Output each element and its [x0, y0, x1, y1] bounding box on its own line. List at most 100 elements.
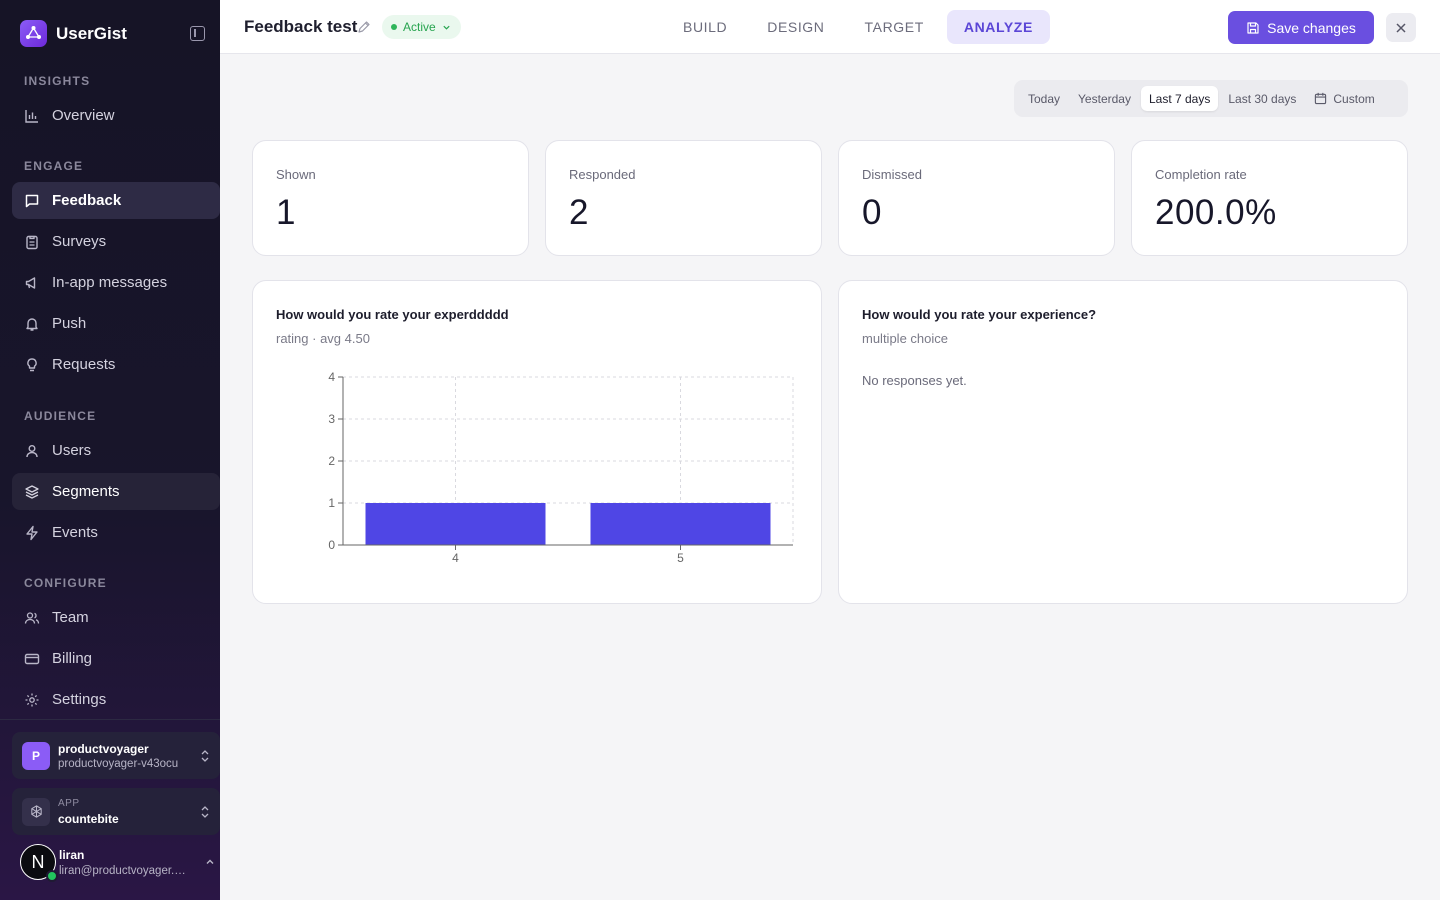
avatar-initial: N: [31, 851, 45, 872]
save-button[interactable]: Save changes: [1228, 11, 1374, 44]
credit-card-icon: [24, 653, 40, 664]
date-option-custom[interactable]: Custom: [1306, 86, 1382, 111]
gear-icon: [25, 693, 39, 706]
sidebar-item-settings[interactable]: Settings: [12, 681, 220, 718]
question-card-multiple-choice: How would you rate your experience? mult…: [838, 280, 1408, 604]
y-tick-label: 1: [328, 496, 335, 510]
y-tick-label: 2: [328, 454, 335, 468]
stat-value: 200.0%: [1155, 193, 1277, 232]
sidebar-item-label: Push: [52, 315, 87, 332]
tab-build[interactable]: BUILD: [666, 10, 744, 44]
save-icon: [1247, 21, 1259, 34]
org-slug: productvoyager-v43ocu: [58, 757, 179, 770]
sidebar-item-label: Users: [52, 442, 92, 459]
date-option-last-30-days[interactable]: Last 30 days: [1220, 86, 1304, 111]
layers-icon: [25, 484, 39, 499]
date-option-yesterday[interactable]: Yesterday: [1070, 86, 1139, 111]
status-label: Active: [403, 20, 436, 34]
edit-pencil-icon[interactable]: [357, 20, 371, 34]
sidebar-item-feedback[interactable]: Feedback: [12, 182, 220, 219]
calendar-icon: [1315, 92, 1327, 105]
user-icon: [26, 444, 38, 457]
stat-value: 1: [276, 193, 296, 232]
tab-target[interactable]: TARGET: [848, 10, 941, 44]
section-audience: AUDIENCE: [24, 409, 97, 423]
user-name: liran: [59, 847, 85, 862]
y-tick-label: 0: [328, 538, 335, 552]
sidebar-item-overview[interactable]: Overview: [12, 97, 220, 134]
app-name: countebite: [58, 811, 119, 826]
stat-label: Dismissed: [862, 167, 922, 182]
date-option-last-7-days[interactable]: Last 7 days: [1140, 86, 1219, 111]
brand-name: UserGist: [56, 23, 127, 43]
sidebar-item-events[interactable]: Events: [12, 514, 220, 551]
org-name: productvoyager: [58, 741, 149, 756]
x-tick-label: 5: [677, 551, 684, 565]
zap-icon: [26, 525, 38, 540]
sidebar-item-label: Events: [52, 524, 98, 541]
sidebar-item-push[interactable]: Push: [12, 305, 220, 342]
status-dot: [391, 24, 397, 30]
sidebar: UserGist INSIGHTS Overview ENGAGE Feedba…: [0, 0, 220, 900]
sidebar-item-label: Feedback: [52, 192, 122, 209]
avatar: N: [20, 844, 58, 882]
user-menu[interactable]: N liran liran@productvoyager.co...: [20, 844, 216, 882]
status-dropdown[interactable]: Active: [382, 15, 461, 39]
sidebar-item-surveys[interactable]: Surveys: [12, 223, 220, 260]
brand[interactable]: UserGist: [20, 20, 127, 47]
question-card-rating: How would you rate your experddddd ratin…: [252, 280, 822, 604]
org-switcher[interactable]: P productvoyager productvoyager-v43ocu: [12, 732, 220, 779]
chart-bar-4: [365, 503, 546, 545]
user-email: liran@productvoyager.co...: [59, 864, 191, 877]
sidebar-item-label: Requests: [52, 356, 116, 373]
stat-card-responded: Responded 2: [545, 140, 822, 256]
megaphone-icon: [25, 276, 36, 289]
sidebar-item-segments[interactable]: Segments: [12, 473, 220, 510]
lightbulb-icon: [27, 357, 37, 371]
sidebar-item-inapp-messages[interactable]: In-app messages: [12, 264, 220, 301]
y-tick-label: 4: [328, 370, 335, 384]
stat-card-dismissed: Dismissed 0: [838, 140, 1115, 256]
users-icon: [24, 611, 40, 624]
stat-card-completion-rate: Completion rate 200.0%: [1131, 140, 1408, 256]
online-status-dot: [46, 870, 58, 882]
stat-card-shown: Shown 1: [252, 140, 529, 256]
chevrons-up-down-icon: [201, 805, 209, 818]
editor-tabs: BUILD DESIGN TARGET ANALYZE: [666, 10, 1056, 44]
sidebar-item-label: In-app messages: [52, 274, 168, 291]
sidebar-item-label: Billing: [52, 650, 93, 667]
sidebar-item-team[interactable]: Team: [12, 599, 220, 636]
message-square-icon: [25, 194, 39, 207]
section-engage: ENGAGE: [24, 159, 84, 173]
usergist-logo-icon: [20, 20, 47, 47]
chart-bar-5: [590, 503, 771, 545]
sidebar-item-label: Overview: [52, 107, 115, 124]
date-option-today[interactable]: Today: [1020, 86, 1068, 111]
sidebar-item-requests[interactable]: Requests: [12, 346, 220, 383]
date-range-filter: Today Yesterday Last 7 days Last 30 days…: [1014, 80, 1408, 117]
close-icon: [1396, 22, 1406, 33]
chevron-down-icon: [443, 25, 450, 30]
stat-label: Shown: [276, 167, 316, 182]
top-bar: Feedback test Active BUILD DESIGN TARGET…: [220, 0, 1440, 54]
question-title: How would you rate your experience?: [862, 307, 1097, 322]
sidebar-item-label: Surveys: [52, 233, 107, 250]
sidebar-item-billing[interactable]: Billing: [12, 640, 220, 677]
sidebar-item-label: Settings: [52, 691, 107, 708]
clipboard-icon: [26, 235, 38, 249]
collapse-sidebar-icon[interactable]: [190, 26, 205, 41]
app-switcher[interactable]: APP countebite: [12, 788, 220, 835]
close-button[interactable]: [1386, 13, 1416, 42]
chevrons-up-down-icon: [201, 749, 209, 762]
stat-label: Responded: [569, 167, 636, 182]
chevron-up-icon: [206, 859, 214, 864]
x-tick-label: 4: [452, 551, 459, 565]
empty-state-text: No responses yet.: [862, 373, 967, 388]
sidebar-item-users[interactable]: Users: [12, 432, 220, 469]
org-avatar: P: [22, 741, 50, 770]
bell-icon: [26, 317, 38, 331]
save-button-label: Save changes: [1267, 19, 1356, 36]
tab-design[interactable]: DESIGN: [750, 10, 841, 44]
tab-analyze[interactable]: ANALYZE: [946, 10, 1050, 44]
app-label: APP: [58, 797, 80, 809]
